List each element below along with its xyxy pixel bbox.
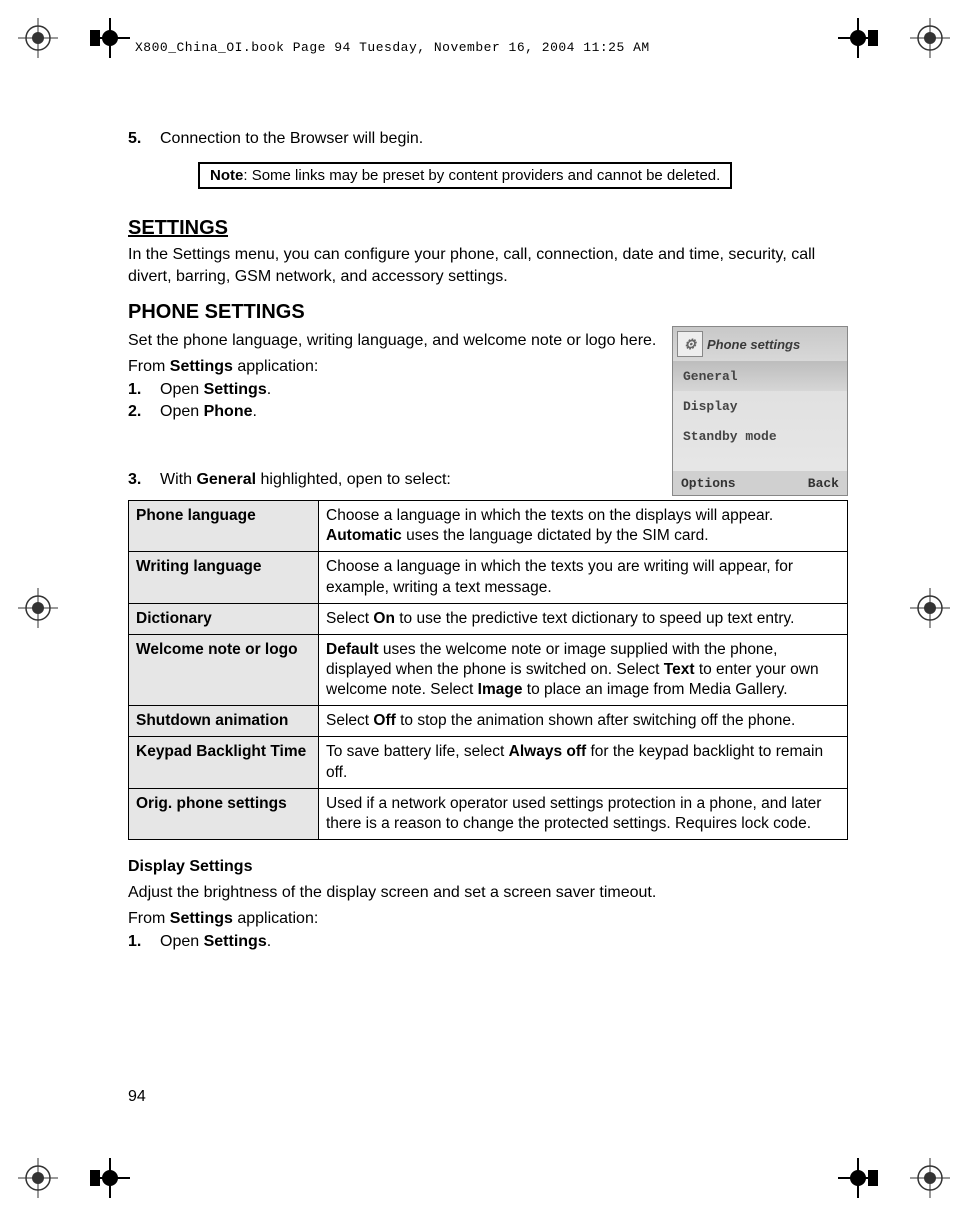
display-settings-from: From Settings application: [128, 908, 848, 930]
table-row: Shutdown animation Select Off to stop th… [129, 706, 848, 737]
table-desc: Default uses the welcome note or image s… [319, 634, 848, 705]
table-row: Orig. phone settings Used if a network o… [129, 788, 848, 839]
phone-step-1: 1. Open Settings. [128, 381, 660, 399]
phone-screenshot-softkeys: Options Back [673, 471, 847, 495]
table-row: Writing language Choose a language in wh… [129, 552, 848, 603]
reg-mark-icon [910, 1158, 950, 1198]
step-text: Connection to the Browser will begin. [160, 130, 848, 148]
note-text: Some links may be preset by content prov… [252, 167, 721, 184]
phone-step-3: 3. With General highlighted, open to sel… [128, 471, 660, 489]
settings-intro: In the Settings menu, you can configure … [128, 244, 848, 287]
heading-settings: SETTINGS [128, 217, 848, 240]
softkey-right: Back [808, 476, 839, 491]
general-settings-table: Phone language Choose a language in whic… [128, 500, 848, 840]
table-label: Orig. phone settings [129, 788, 319, 839]
phone-settings-from: From Settings application: [128, 356, 660, 378]
table-row: Phone language Choose a language in whic… [129, 501, 848, 552]
note-box: Note: Some links may be preset by conten… [198, 162, 732, 189]
reg-mark-icon [18, 588, 58, 628]
crop-mark-icon [90, 18, 130, 58]
heading-phone-settings: PHONE SETTINGS [128, 301, 848, 324]
table-desc: Choose a language in which the texts on … [319, 501, 848, 552]
phone-screenshot-row-display: Display [673, 391, 847, 421]
display-settings-intro: Adjust the brightness of the display scr… [128, 882, 848, 904]
crop-mark-icon [90, 1158, 130, 1198]
phone-screenshot: ⚙ Phone settings General Display Standby… [672, 326, 848, 496]
phone-settings-intro: Set the phone language, writing language… [128, 330, 660, 352]
phone-step-2: 2. Open Phone. [128, 403, 660, 421]
note-label: Note [210, 167, 243, 184]
table-row: Welcome note or logo Default uses the we… [129, 634, 848, 705]
table-label: Shutdown animation [129, 706, 319, 737]
heading-display-settings: Display Settings [128, 858, 848, 876]
table-desc: Choose a language in which the texts you… [319, 552, 848, 603]
table-label: Keypad Backlight Time [129, 737, 319, 788]
reg-mark-icon [910, 18, 950, 58]
table-row: Keypad Backlight Time To save battery li… [129, 737, 848, 788]
step-5: 5. Connection to the Browser will begin. [128, 130, 848, 148]
phone-screenshot-title: Phone settings [707, 337, 800, 352]
table-desc: Select Off to stop the animation shown a… [319, 706, 848, 737]
phone-screenshot-row-standby: Standby mode [673, 421, 847, 451]
table-label: Welcome note or logo [129, 634, 319, 705]
phone-screenshot-title-bar: ⚙ Phone settings [673, 327, 847, 361]
table-label: Dictionary [129, 603, 319, 634]
softkey-left: Options [681, 476, 736, 491]
table-desc: Used if a network operator used settings… [319, 788, 848, 839]
page-number: 94 [128, 1088, 146, 1106]
reg-mark-icon [910, 588, 950, 628]
table-desc: To save battery life, select Always off … [319, 737, 848, 788]
page-header-metadata: X800_China_OI.book Page 94 Tuesday, Nove… [135, 40, 650, 55]
table-label: Phone language [129, 501, 319, 552]
step-number: 5. [128, 130, 160, 148]
table-row: Dictionary Select On to use the predicti… [129, 603, 848, 634]
reg-mark-icon [18, 1158, 58, 1198]
table-label: Writing language [129, 552, 319, 603]
crop-mark-icon [838, 1158, 878, 1198]
table-desc: Select On to use the predictive text dic… [319, 603, 848, 634]
crop-mark-icon [838, 18, 878, 58]
phone-screenshot-row-general: General [673, 361, 847, 391]
gear-icon: ⚙ [677, 331, 703, 357]
display-step-1: 1. Open Settings. [128, 933, 848, 951]
reg-mark-icon [18, 18, 58, 58]
